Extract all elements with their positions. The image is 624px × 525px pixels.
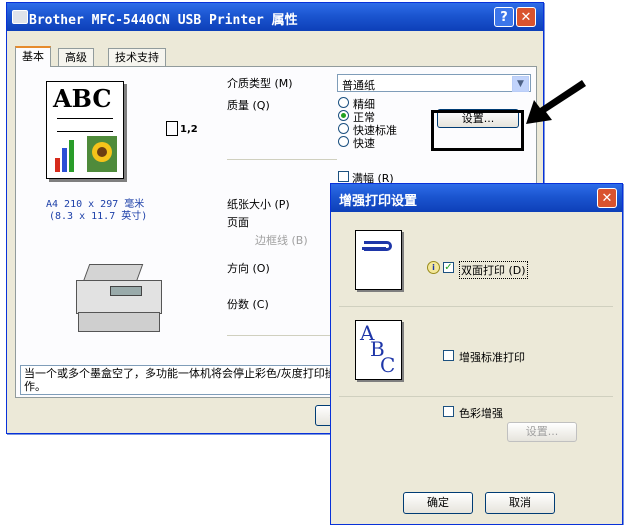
media-type-value: 普通纸 (342, 79, 375, 92)
border-line-label: 边框线 (B) (255, 234, 308, 247)
info-icon: i (427, 261, 440, 274)
quality-radio-fast-normal[interactable] (338, 123, 349, 134)
dialog-title: 增强打印设置 (339, 194, 418, 209)
preview-lines (57, 118, 113, 132)
dialog-titlebar[interactable]: 增强打印设置 ✕ (331, 184, 622, 212)
duplex-label: 双面打印 (D) (459, 261, 528, 279)
duplex-page-icon (355, 230, 402, 290)
preview-text-sample: ABC (53, 84, 112, 113)
borderless-checkbox[interactable] (338, 171, 349, 182)
pages-label: 1,2 (180, 124, 198, 135)
divider (227, 335, 337, 336)
tab-basic[interactable]: 基本 (15, 46, 51, 67)
enhanced-print-settings-dialog: 增强打印设置 ✕ i ✓ 双面打印 (D) A B C 增强标准打印 色彩增强 … (330, 183, 623, 525)
sunflower-image (87, 136, 117, 172)
tab-advanced[interactable]: 高级 (58, 48, 94, 66)
status-message: 当一个或多个墨盒空了，多功能一体机将会停止彩色/灰度打印操作。 (24, 367, 336, 393)
media-type-label: 介质类型 (M) (227, 77, 293, 90)
quality-radio-fine[interactable] (338, 97, 349, 108)
orientation-label: 方向 (O) (227, 262, 270, 275)
document-preview: ABC (46, 81, 124, 179)
duplex-checkbox[interactable]: ✓ (443, 262, 454, 273)
dialog-ok-button[interactable]: 确定 (403, 492, 473, 514)
sample-letter-c: C (380, 353, 396, 377)
mfc-device-illustration (70, 262, 166, 332)
color-enhance-label: 色彩增强 (459, 407, 503, 420)
divider (339, 306, 613, 307)
enhanced-text-icon: A B C (355, 320, 402, 380)
divider (227, 159, 337, 160)
dialog-close-button[interactable]: ✕ (597, 188, 617, 208)
color-enhance-checkbox[interactable] (443, 406, 454, 417)
quality-radio-fast[interactable] (338, 136, 349, 147)
paper-size-desc-2: (8.3 x 11.7 英寸) (49, 211, 148, 222)
pointer-arrow-icon (526, 80, 586, 124)
help-button[interactable]: ? (494, 7, 514, 27)
divider (339, 396, 613, 397)
settings-highlight-box (431, 110, 524, 151)
color-settings-button[interactable]: 设置... (507, 422, 577, 442)
pages-icon (166, 121, 178, 136)
enhanced-normal-label: 增强标准打印 (459, 351, 525, 364)
paper-size-label: 纸张大小 (P) (227, 198, 290, 211)
tab-support[interactable]: 技术支持 (108, 48, 166, 66)
bar-chart-icon (53, 136, 85, 172)
main-window-title: Brother MFC-5440CN USB Printer 属性 (29, 13, 298, 28)
quality-label: 质量 (Q) (227, 99, 270, 112)
dialog-cancel-button[interactable]: 取消 (485, 492, 555, 514)
enhanced-normal-checkbox[interactable] (443, 350, 454, 361)
page-label: 页面 (227, 216, 249, 229)
main-titlebar[interactable]: Brother MFC-5440CN USB Printer 属性 ? ✕ (7, 3, 543, 31)
quality-radio-normal[interactable] (338, 110, 349, 121)
printer-app-icon (12, 10, 28, 24)
close-button[interactable]: ✕ (516, 7, 536, 27)
media-type-select[interactable]: 普通纸 ▼ (337, 74, 531, 92)
copies-label: 份数 (C) (227, 298, 269, 311)
quality-option-fast: 快速 (353, 137, 375, 150)
